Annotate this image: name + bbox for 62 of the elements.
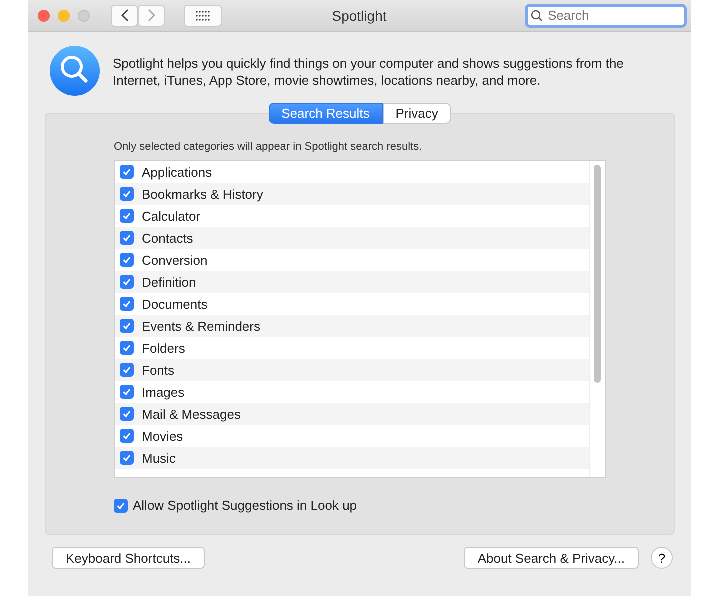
checkmark-icon <box>122 321 132 331</box>
checkbox[interactable] <box>120 429 134 443</box>
checkmark-icon <box>122 343 132 353</box>
checkmark-icon <box>116 500 126 510</box>
checkmark-icon <box>122 431 132 441</box>
category-label: Contacts <box>142 230 194 246</box>
search-icon <box>531 10 543 22</box>
category-label: Bookmarks & History <box>142 186 264 202</box>
checkbox[interactable] <box>120 275 134 289</box>
checkmark-icon <box>122 365 132 375</box>
instruction-text: Only selected categories will appear in Spotlight search results. <box>114 141 424 153</box>
category-label: Events & Reminders <box>142 318 260 334</box>
checkbox[interactable] <box>120 297 134 311</box>
checkmark-icon <box>122 255 132 265</box>
search-field[interactable]: Search <box>525 4 687 28</box>
checkmark-icon <box>122 299 132 309</box>
category-label: Mail & Messages <box>142 406 241 422</box>
category-label: Fonts <box>142 362 175 378</box>
checkbox[interactable] <box>120 341 134 355</box>
category-label: Calculator <box>142 208 201 224</box>
checkbox-label: Allow Spotlight Suggestions in Look up <box>133 498 358 513</box>
checkbox[interactable] <box>120 253 134 267</box>
window-title: Spotlight <box>332 8 387 24</box>
checkmark-icon <box>122 167 132 177</box>
chevron-left-icon <box>120 9 128 22</box>
checkbox[interactable] <box>120 363 134 377</box>
tab[interactable]: Privacy <box>382 103 452 124</box>
help-button[interactable]: ? <box>651 547 673 569</box>
checkmark-icon <box>122 387 132 397</box>
category-label: Folders <box>142 340 186 356</box>
show-all-button[interactable] <box>184 4 222 26</box>
category-label: Definition <box>142 274 196 290</box>
chevron-right-icon <box>148 9 156 22</box>
checkbox[interactable] <box>120 385 134 399</box>
scrollbar-thumb[interactable] <box>594 165 601 383</box>
about-button[interactable]: About Search & Privacy... <box>464 547 639 569</box>
checkbox[interactable] <box>120 187 134 201</box>
checkmark-icon <box>122 211 132 221</box>
checkbox[interactable] <box>120 407 134 421</box>
spotlight-icon <box>49 45 101 97</box>
checkbox[interactable] <box>120 451 134 465</box>
category-label: Movies <box>142 428 184 444</box>
category-label: Documents <box>142 296 208 312</box>
category-label: Images <box>142 384 185 400</box>
checkbox[interactable] <box>120 165 134 179</box>
checkmark-icon <box>122 453 132 463</box>
checkmark-icon <box>122 277 132 287</box>
checkmark-icon <box>122 233 132 243</box>
checkbox[interactable] <box>120 231 134 245</box>
checkbox[interactable] <box>120 319 134 333</box>
close-button[interactable] <box>38 10 50 22</box>
checkbox[interactable] <box>120 209 134 223</box>
category-label: Music <box>142 450 176 466</box>
checkmark-icon <box>122 189 132 199</box>
back-button[interactable] <box>111 4 138 26</box>
description-text: Spotlight helps you quickly find things on your computer and shows suggestions from the Internet, iTunes, App Store, movie showtimes, locations nearby, and more. <box>113 55 625 89</box>
category-label: Conversion <box>142 252 208 268</box>
keyboard-shortcuts-button[interactable]: Keyboard Shortcuts... <box>52 547 206 569</box>
category-label: Applications <box>142 164 212 180</box>
checkbox[interactable] <box>114 498 128 512</box>
grid-icon <box>196 10 210 20</box>
checkmark-icon <box>122 409 132 419</box>
